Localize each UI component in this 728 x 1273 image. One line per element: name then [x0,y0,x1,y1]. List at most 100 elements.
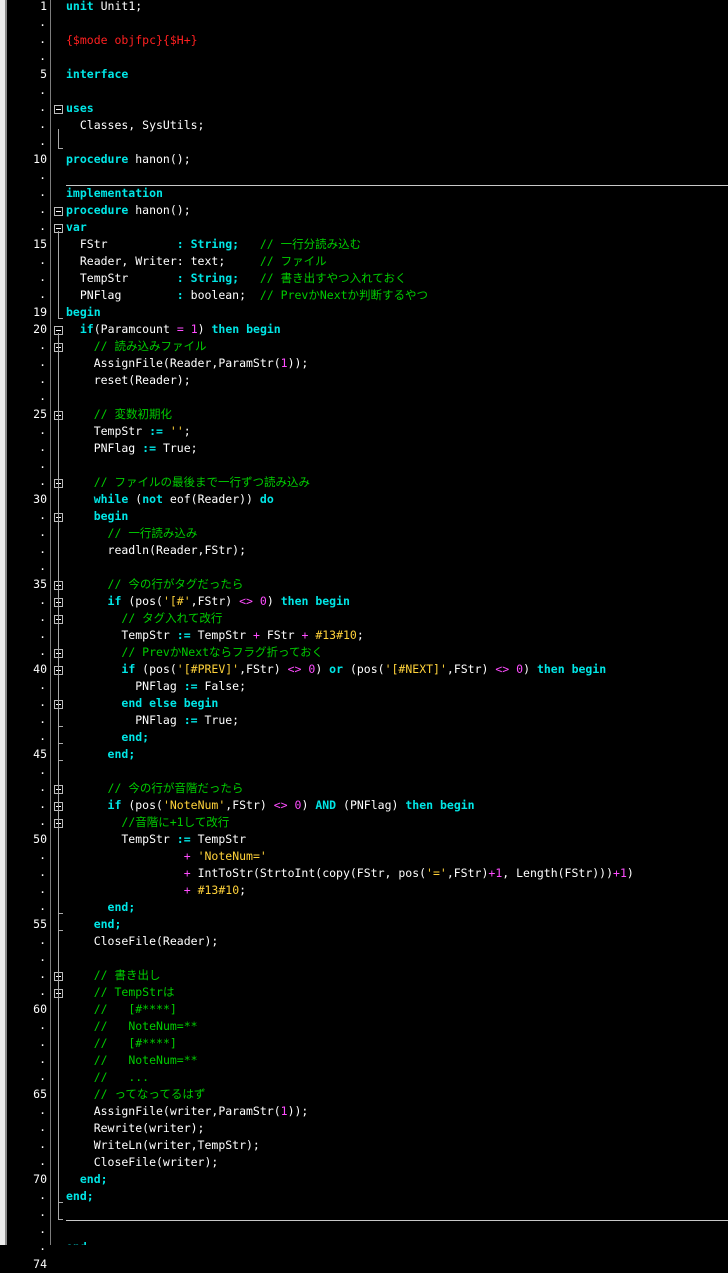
code-line[interactable]: // 今の行がタグだったら [51,576,728,593]
code-token: PNFlag [66,288,177,302]
code-line[interactable]: {$mode objfpc}{$H+} [51,32,728,49]
code-line[interactable]: // 読み込みファイル [51,338,728,355]
code-line[interactable]: interface [51,66,728,83]
line-number: . [39,1137,46,1151]
code-line[interactable]: while (not eof(Reader)) do [51,491,728,508]
code-line[interactable]: unit Unit1; [51,0,728,15]
code-line[interactable] [51,950,728,967]
code-line[interactable]: // ファイルの最後まで一行ずつ読み込み [51,474,728,491]
line-number-gutter: 1... 5.... 10.... 15... 19 20.... 25.... 30....… [7,0,51,1271]
fold-toggle-icon[interactable] [54,207,63,216]
code-token: ) [197,322,212,336]
code-line[interactable] [51,1222,728,1239]
code-line[interactable] [51,49,728,66]
code-line[interactable]: implementation [51,185,728,202]
code-line[interactable]: var [51,219,728,236]
code-token: : String; [176,271,240,285]
code-line[interactable]: CloseFile(Reader); [51,933,728,950]
code-line[interactable]: end; [51,1171,728,1188]
code-line[interactable]: + 'NoteNum=' [51,848,728,865]
code-line[interactable]: PNFlag := True; [51,440,728,457]
code-line[interactable]: AssignFile(Reader,ParamStr(1)); [51,355,728,372]
code-line[interactable]: CloseFile(writer); [51,1154,728,1171]
code-token: if [121,662,136,676]
code-line[interactable]: Rewrite(writer); [51,1120,728,1137]
code-line[interactable]: // NoteNum=** [51,1018,728,1035]
line-number: 5 [40,67,47,81]
code-line[interactable]: end; [51,1188,728,1205]
code-line[interactable]: end; [51,899,728,916]
code-line[interactable]: if (pos('[#PREV]',FStr) <> 0) or (pos('[… [51,661,728,678]
code-line[interactable]: // PrevかNextならフラグ折っておく [51,644,728,661]
code-line[interactable]: // 一行読み込み [51,525,728,542]
code-line[interactable]: Reader, Writer: text; // ファイル [51,253,728,270]
code-token: end; [107,900,136,914]
code-line[interactable]: PNFlag := False; [51,678,728,695]
code-line[interactable]: if (pos('NoteNum',FStr) <> 0) AND (PNFla… [51,797,728,814]
code-line[interactable]: if (pos('[#',FStr) <> 0) then begin [51,593,728,610]
code-line[interactable]: // タグ入れて改行 [51,610,728,627]
code-line[interactable] [51,134,728,151]
line-number: . [39,678,46,692]
code-line[interactable]: Classes, SysUtils; [51,117,728,134]
code-token: AND [315,798,337,812]
code-line[interactable]: end else begin [51,695,728,712]
code-line[interactable]: end; [51,729,728,746]
code-line[interactable]: // [#****] [51,1035,728,1052]
code-line[interactable]: // ってなってるはず [51,1086,728,1103]
code-line[interactable]: uses [51,100,728,117]
code-line[interactable]: end; [51,746,728,763]
code-line[interactable]: end; [51,916,728,933]
code-line[interactable]: begin [51,304,728,321]
code-line[interactable]: // 書き出し [51,967,728,984]
code-token: // 書き出し [93,968,161,982]
code-line[interactable]: end. [51,1239,728,1245]
code-line[interactable] [51,457,728,474]
code-line[interactable]: if(Paramcount = 1) then begin [51,321,728,338]
code-line[interactable]: //音階に+1して改行 [51,814,728,831]
code-token: // ってなってるはず [93,1087,206,1101]
code-line[interactable]: reset(Reader); [51,372,728,389]
code-line[interactable]: PNFlag := True; [51,712,728,729]
code-line[interactable]: // ... [51,1069,728,1086]
code-line[interactable] [51,168,728,185]
code-line[interactable]: procedure hanon(); [51,202,728,219]
code-line[interactable]: // NoteNum=** [51,1052,728,1069]
code-line[interactable]: readln(Reader,FStr); [51,542,728,559]
code-line[interactable] [51,15,728,32]
code-line[interactable]: AssignFile(writer,ParamStr(1)); [51,1103,728,1120]
code-line[interactable]: begin [51,508,728,525]
code-token: // 書き出すやつ入れておく [259,271,407,285]
code-line[interactable] [51,389,728,406]
code-line[interactable]: TempStr := ''; [51,423,728,440]
line-number: . [39,372,46,386]
line-number: . [39,899,46,913]
code-line[interactable]: // 今の行が音階だったら [51,780,728,797]
code-line[interactable]: WriteLn(writer,TempStr); [51,1137,728,1154]
code-line[interactable]: procedure hanon(); [51,151,728,168]
code-line[interactable]: TempStr := TempStr + FStr + #13#10; [51,627,728,644]
code-editor[interactable]: unit Unit1; {$mode objfpc}{$H+} interface u… [51,0,728,1245]
fold-toggle-icon[interactable] [54,105,63,114]
code-line[interactable]: + #13#10; [51,882,728,899]
code-line[interactable]: TempStr : String; // 書き出すやつ入れておく [51,270,728,287]
line-number: . [39,610,46,624]
code-line[interactable] [51,763,728,780]
code-line[interactable] [51,83,728,100]
code-line[interactable]: // [#****] [51,1001,728,1018]
code-line[interactable]: + IntToStr(StrtoInt(copy(FStr, pos('=',F… [51,865,728,882]
code-line[interactable]: PNFlag : boolean; // PrevかNextか判断するやつ [51,287,728,304]
code-line[interactable]: FStr : String; // 一行分読み込む [51,236,728,253]
code-line[interactable]: TempStr := TempStr [51,831,728,848]
code-line[interactable]: // 変数初期化 [51,406,728,423]
code-line[interactable]: // TempStrは [51,984,728,1001]
code-line[interactable] [51,559,728,576]
code-token: end; [66,1189,94,1203]
